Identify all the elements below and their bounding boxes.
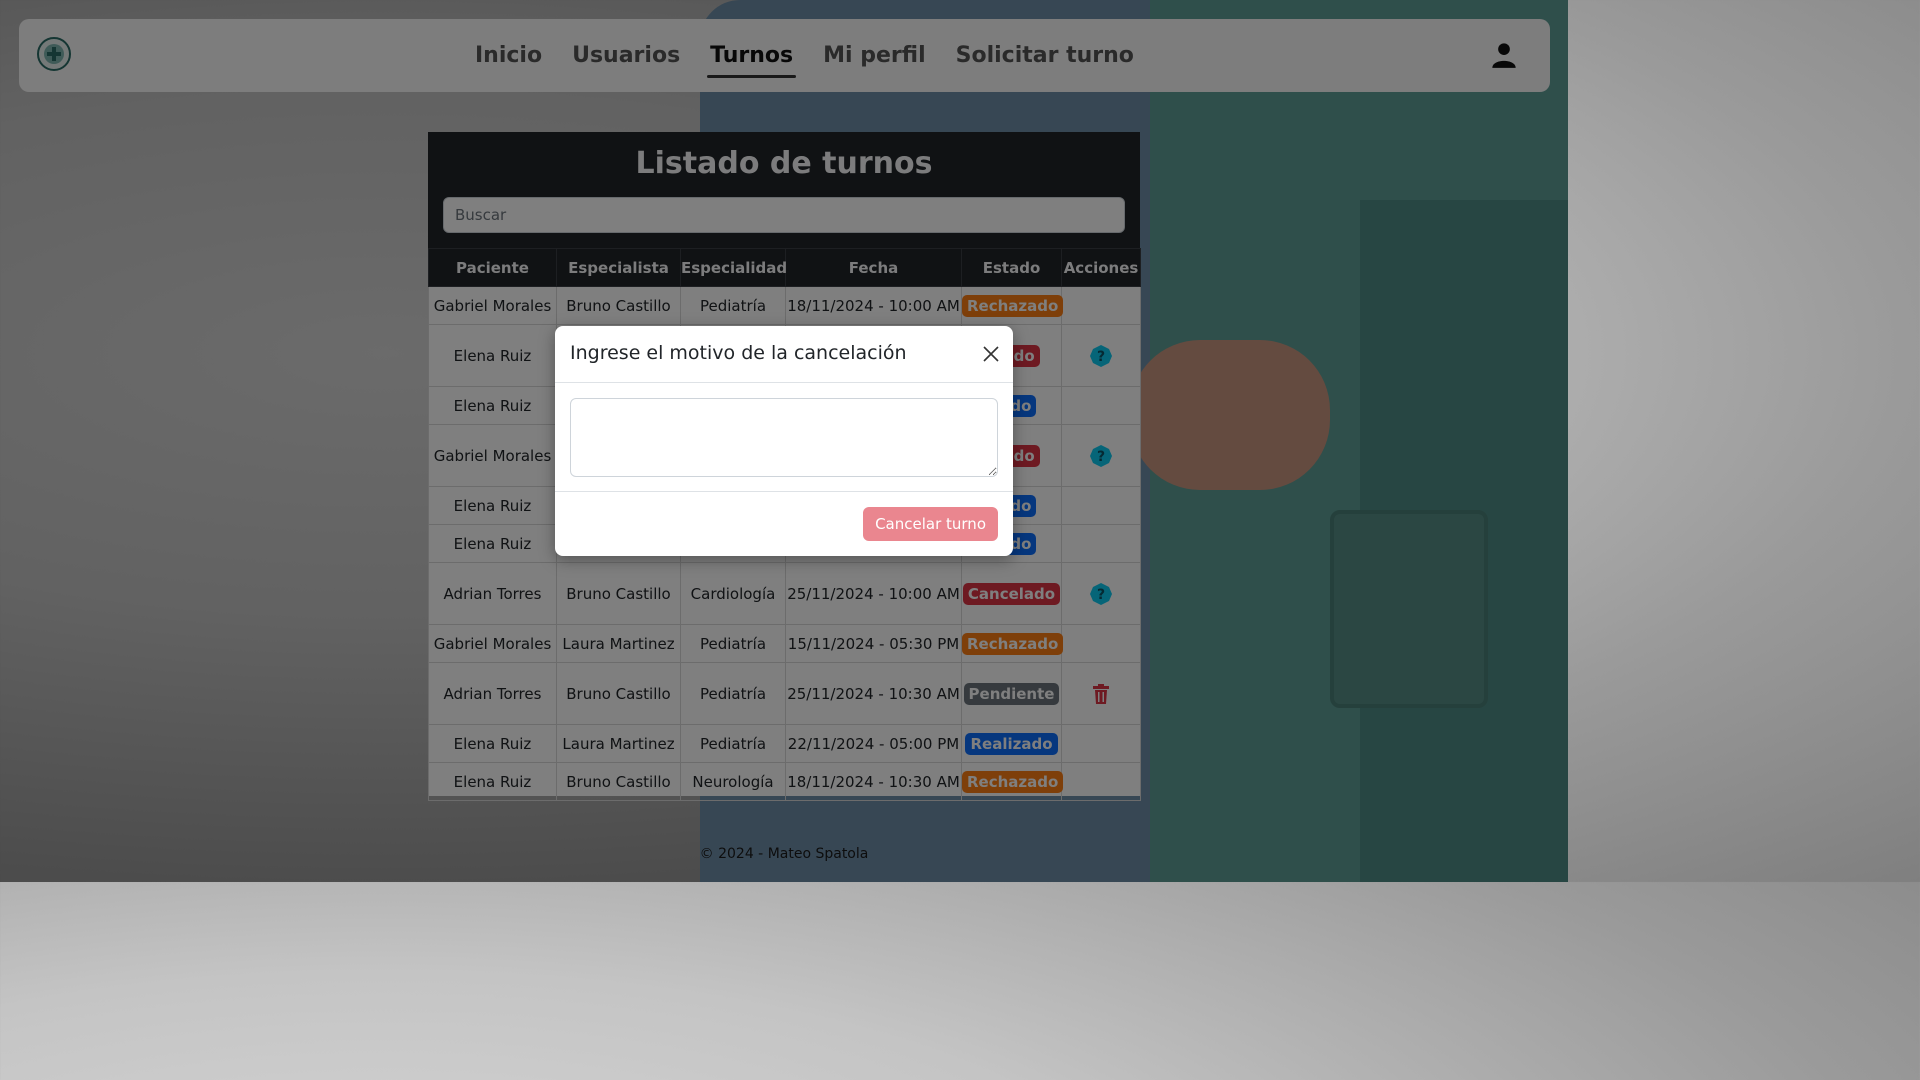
close-icon[interactable] xyxy=(982,345,1000,363)
cancel-modal: Ingrese el motivo de la cancelación Canc… xyxy=(555,326,1013,556)
modal-header: Ingrese el motivo de la cancelación xyxy=(555,326,1013,383)
modal-title: Ingrese el motivo de la cancelación xyxy=(570,342,907,364)
modal-body xyxy=(555,383,1013,492)
modal-footer: Cancelar turno xyxy=(555,492,1013,556)
cancel-turno-button[interactable]: Cancelar turno xyxy=(863,507,998,541)
cancel-reason-textarea[interactable] xyxy=(570,398,998,477)
